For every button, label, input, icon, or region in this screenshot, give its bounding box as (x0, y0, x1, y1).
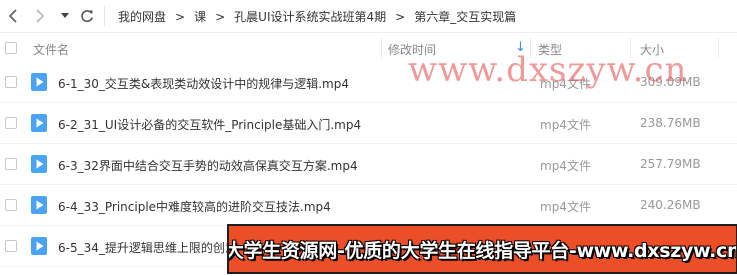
column-divider[interactable] (530, 38, 531, 58)
promo-banner: 大学生资源网-优质的大学生在线指导平台-www.dxszyw.cn (227, 224, 737, 274)
file-name[interactable]: 6-4_33_Principle中难度较高的进阶交互技法.mp4 (58, 198, 331, 215)
breadcrumb-separator: > (215, 9, 226, 24)
breadcrumb-item-course[interactable]: 课 (194, 8, 206, 25)
row-checkbox[interactable] (5, 158, 17, 170)
row-checkbox[interactable] (5, 199, 17, 211)
file-name[interactable]: 6-5_34_提升逻辑思维上限的创意 (58, 239, 237, 256)
row-checkbox[interactable] (5, 76, 17, 88)
sort-descending-icon[interactable]: ↓ (515, 40, 526, 55)
breadcrumb: 我的网盘 > 课 > 孔晨UI设计系统实战班第4期 > 第六章_交互实现篇 (118, 0, 516, 33)
forward-button[interactable] (33, 6, 47, 26)
caret-down-icon (61, 13, 69, 18)
column-header-modified[interactable]: 修改时间 (388, 41, 436, 58)
breadcrumb-item-current-folder[interactable]: 第六章_交互实现篇 (414, 8, 516, 25)
refresh-icon (81, 10, 93, 23)
column-header-type[interactable]: 类型 (538, 41, 562, 58)
breadcrumb-separator: > (395, 9, 406, 24)
video-file-icon (31, 237, 47, 255)
breadcrumb-item-class[interactable]: 孔晨UI设计系统实战班第4期 (234, 8, 386, 25)
nav-divider (104, 6, 105, 26)
navigation-bar: 我的网盘 > 课 > 孔晨UI设计系统实战班第4期 > 第六章_交互实现篇 (0, 0, 737, 33)
file-type: mp4文件 (540, 118, 591, 132)
column-header-size[interactable]: 大小 (640, 41, 664, 58)
list-item[interactable]: 6-2_31_UI设计必备的交互软件_Principle基础入门.mp4 mp4… (0, 103, 737, 144)
promo-banner-text: 大学生资源网-优质的大学生在线指导平台-www.dxszyw.cn (227, 239, 737, 262)
column-divider[interactable] (630, 38, 631, 58)
file-manager-window: 我的网盘 > 课 > 孔晨UI设计系统实战班第4期 > 第六章_交互实现篇 文件… (0, 0, 737, 276)
video-file-icon (31, 114, 47, 132)
file-type: mp4文件 (540, 77, 591, 91)
breadcrumb-separator: > (175, 9, 186, 24)
refresh-button[interactable] (79, 6, 95, 26)
file-list-header: 文件名 修改时间 ↓ 类型 大小 (0, 34, 737, 62)
column-divider[interactable] (381, 38, 382, 58)
file-size: 309.09MB (640, 75, 701, 89)
file-type: mp4文件 (540, 159, 591, 173)
file-size: 238.76MB (640, 116, 701, 130)
row-checkbox[interactable] (5, 240, 17, 252)
row-checkbox[interactable] (5, 117, 17, 129)
file-name[interactable]: 6-3_32界面中结合交互手势的动效高保真交互方案.mp4 (58, 157, 358, 174)
chevron-left-icon (8, 9, 17, 23)
file-size: 240.26MB (640, 198, 701, 212)
video-file-icon (31, 155, 47, 173)
history-dropdown-button[interactable] (60, 6, 70, 26)
file-size: 257.79MB (640, 157, 701, 171)
list-item[interactable]: 6-4_33_Principle中难度较高的进阶交互技法.mp4 mp4文件 2… (0, 185, 737, 226)
select-all-checkbox[interactable] (5, 42, 17, 54)
breadcrumb-item-my-drive[interactable]: 我的网盘 (118, 8, 166, 25)
column-divider[interactable] (718, 38, 719, 58)
back-button[interactable] (6, 6, 20, 26)
column-header-name[interactable]: 文件名 (33, 41, 69, 58)
list-item[interactable]: 6-1_30_交互类&表现类动效设计中的规律与逻辑.mp4 mp4文件 309.… (0, 62, 737, 103)
chevron-right-icon (36, 9, 45, 23)
list-item[interactable]: 6-3_32界面中结合交互手势的动效高保真交互方案.mp4 mp4文件 257.… (0, 144, 737, 185)
video-file-icon (31, 196, 47, 214)
file-type: mp4文件 (540, 200, 591, 214)
video-file-icon (31, 73, 47, 91)
file-name[interactable]: 6-2_31_UI设计必备的交互软件_Principle基础入门.mp4 (58, 116, 361, 133)
file-name[interactable]: 6-1_30_交互类&表现类动效设计中的规律与逻辑.mp4 (58, 75, 349, 92)
